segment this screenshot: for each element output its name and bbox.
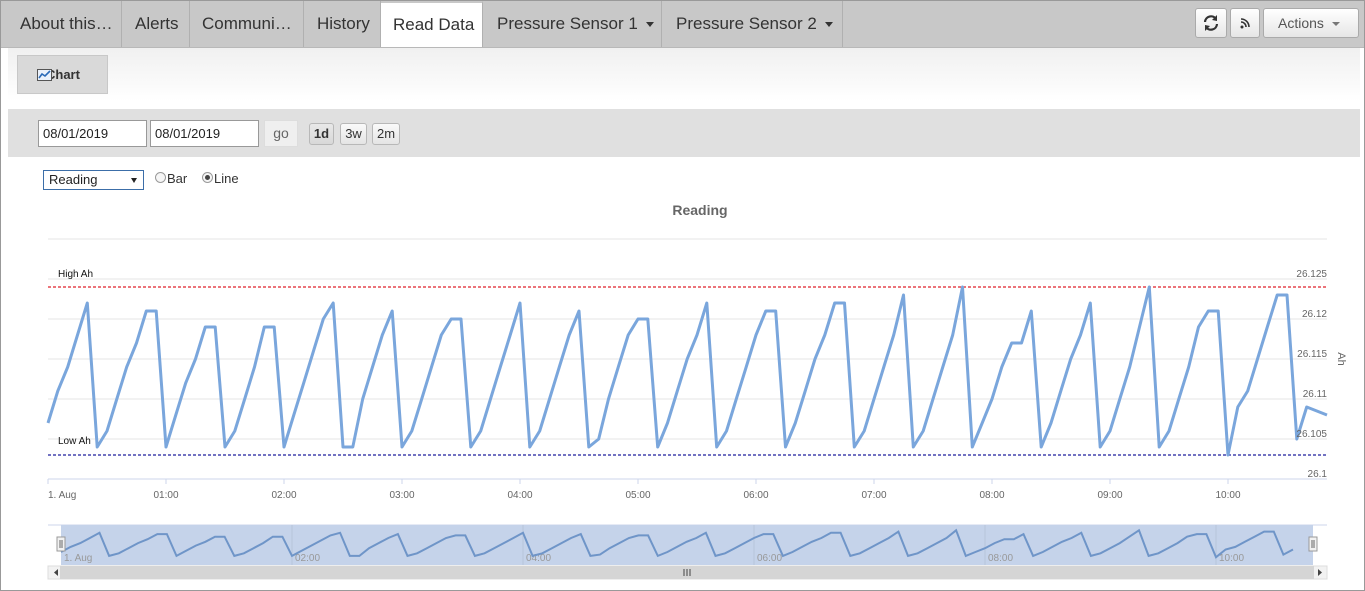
actions-label: Actions bbox=[1278, 15, 1324, 31]
tab-history[interactable]: History bbox=[304, 1, 381, 47]
start-date-input[interactable] bbox=[38, 120, 147, 147]
refresh-icon bbox=[1203, 15, 1219, 31]
tab-label: Communi… bbox=[202, 14, 292, 33]
tab-label: About this… bbox=[20, 14, 113, 33]
tab-alerts[interactable]: Alerts bbox=[122, 1, 190, 47]
chevron-down-icon bbox=[824, 22, 833, 28]
view-strip: Chart bbox=[8, 48, 1360, 101]
chart-view-button[interactable]: Chart bbox=[17, 55, 108, 94]
rss-button[interactable] bbox=[1230, 8, 1260, 38]
tab-label: History bbox=[317, 14, 370, 33]
refresh-button[interactable] bbox=[1195, 8, 1227, 38]
series-select-value: Reading bbox=[49, 172, 98, 187]
tab-about[interactable]: About this… bbox=[1, 1, 122, 47]
bar-radio-label: Bar bbox=[167, 171, 188, 186]
tab-read-data[interactable]: Read Data bbox=[381, 1, 483, 47]
tab-bar: About this… Alerts Communi… History Read… bbox=[1, 1, 1364, 48]
tab-pressure-sensor-2[interactable]: Pressure Sensor 2 bbox=[662, 1, 843, 47]
actions-button[interactable]: Actions bbox=[1263, 8, 1359, 38]
date-range-bar: go 1d 3w 2m bbox=[8, 109, 1360, 157]
chevron-down-icon bbox=[131, 178, 137, 183]
go-button[interactable]: go bbox=[264, 120, 298, 147]
chevron-down-icon bbox=[645, 22, 654, 28]
series-select[interactable]: Reading bbox=[43, 170, 144, 190]
end-date-input[interactable] bbox=[150, 120, 259, 147]
range-2m-button[interactable]: 2m bbox=[372, 123, 400, 145]
tab-label: Alerts bbox=[135, 14, 179, 33]
rss-icon bbox=[1240, 18, 1250, 29]
tab-label: Pressure Sensor 1 bbox=[497, 14, 638, 33]
tab-pressure-sensor-1[interactable]: Pressure Sensor 1 bbox=[483, 1, 662, 47]
line-radio[interactable] bbox=[202, 172, 213, 183]
chevron-down-icon bbox=[1331, 22, 1340, 27]
range-3w-button[interactable]: 3w bbox=[340, 123, 367, 145]
line-radio-label: Line bbox=[214, 171, 239, 186]
line-chart-icon bbox=[37, 69, 52, 81]
tab-label: Read Data bbox=[393, 15, 475, 34]
range-1d-button[interactable]: 1d bbox=[309, 123, 334, 145]
tab-communications[interactable]: Communi… bbox=[190, 1, 304, 47]
bar-radio[interactable] bbox=[155, 172, 166, 183]
tab-label: Pressure Sensor 2 bbox=[676, 14, 817, 33]
